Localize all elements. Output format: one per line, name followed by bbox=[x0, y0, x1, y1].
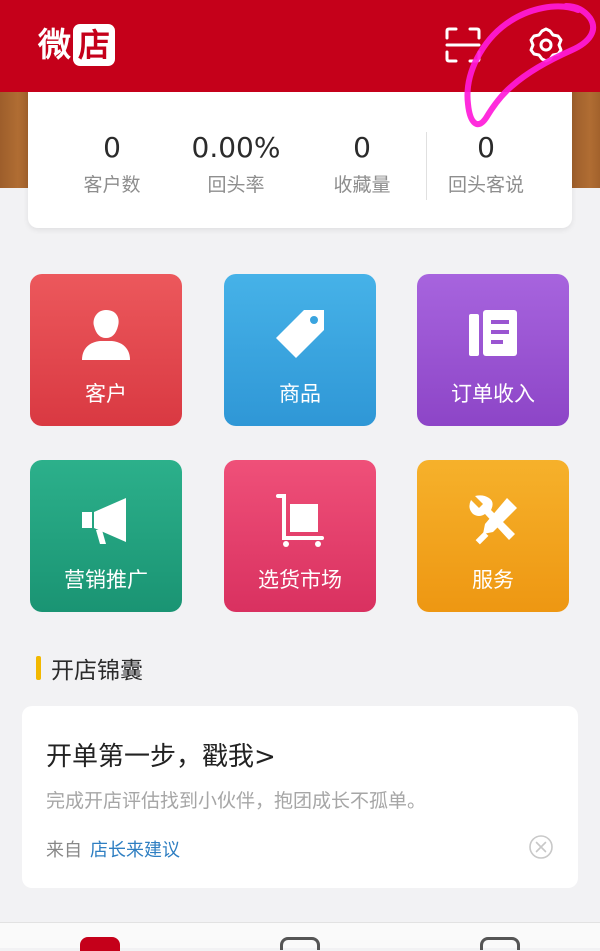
stat-value: 0.00% bbox=[191, 131, 281, 164]
tools-icon bbox=[469, 495, 517, 545]
bottom-tab-bar bbox=[0, 922, 600, 951]
tab-me-icon[interactable] bbox=[480, 937, 520, 950]
cart-icon bbox=[276, 494, 324, 547]
tile-label: 商品 bbox=[279, 382, 321, 406]
tile-label: 营销推广 bbox=[64, 568, 148, 592]
tip-title[interactable]: 开单第一步，戳我> bbox=[46, 736, 276, 773]
logo-box-char: 店 bbox=[73, 24, 115, 66]
stat-customers[interactable]: 0 客户数 bbox=[52, 130, 172, 197]
tag-icon bbox=[276, 310, 324, 358]
stat-value: 0 bbox=[103, 131, 121, 164]
gear-icon[interactable] bbox=[527, 26, 565, 64]
tile-label: 客户 bbox=[85, 382, 127, 406]
tile-label: 服务 bbox=[472, 568, 514, 592]
tile-market[interactable]: 选货市场 bbox=[224, 460, 376, 612]
stat-value: 0 bbox=[477, 131, 495, 164]
tip-source-link[interactable]: 店长来建议 bbox=[90, 840, 180, 861]
tab-home-icon[interactable] bbox=[80, 937, 120, 951]
megaphone-icon bbox=[82, 498, 126, 544]
section-title: 开店锦囊 bbox=[51, 658, 143, 684]
scan-icon[interactable] bbox=[444, 26, 482, 64]
section-accent-bar bbox=[36, 656, 41, 680]
stat-return-rate[interactable]: 0.00% 回头率 bbox=[176, 130, 296, 197]
tab-discover-icon[interactable] bbox=[280, 937, 320, 950]
section-header: 开店锦囊 bbox=[36, 652, 143, 684]
stat-label: 收藏量 bbox=[333, 174, 391, 196]
person-icon bbox=[82, 310, 130, 360]
stat-value: 0 bbox=[353, 131, 371, 164]
app-logo: 微 店 bbox=[38, 22, 115, 68]
stat-label: 回头率 bbox=[207, 174, 265, 196]
tip-source: 来自 店长来建议 bbox=[46, 836, 180, 862]
tip-card[interactable]: 开单第一步，戳我> 完成开店评估找到小伙伴，抱团成长不孤单。 来自 店长来建议 bbox=[22, 706, 578, 888]
close-icon[interactable] bbox=[528, 834, 554, 860]
stat-favorites[interactable]: 0 收藏量 bbox=[302, 130, 422, 197]
tile-orders[interactable]: 订单收入 bbox=[417, 274, 569, 426]
logo-char: 微 bbox=[38, 25, 71, 64]
tile-marketing[interactable]: 营销推广 bbox=[30, 460, 182, 612]
tile-products[interactable]: 商品 bbox=[224, 274, 376, 426]
tile-label: 选货市场 bbox=[258, 568, 342, 592]
tile-customers[interactable]: 客户 bbox=[30, 274, 182, 426]
stat-reviews[interactable]: 0 回头客说 bbox=[426, 130, 546, 197]
tile-services[interactable]: 服务 bbox=[417, 460, 569, 612]
tip-source-prefix: 来自 bbox=[46, 840, 82, 861]
tip-description: 完成开店评估找到小伙伴，抱团成长不孤单。 bbox=[46, 790, 427, 812]
document-icon bbox=[469, 310, 517, 356]
app-header: 微 店 bbox=[0, 0, 600, 92]
stat-label: 客户数 bbox=[83, 174, 141, 196]
stats-card: 0 客户数 0.00% 回头率 0 收藏量 0 回头客说 bbox=[28, 76, 572, 228]
stat-label: 回头客说 bbox=[447, 174, 524, 196]
tile-label: 订单收入 bbox=[451, 382, 535, 406]
